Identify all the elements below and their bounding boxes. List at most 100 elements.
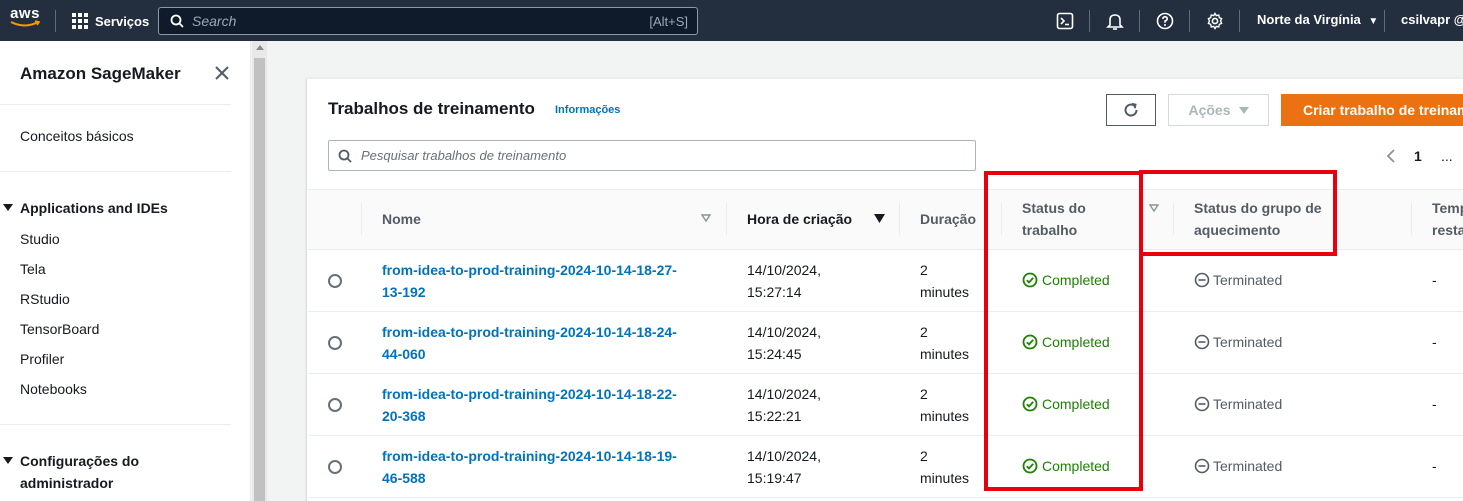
sidebar-item-rstudio[interactable]: RStudio	[20, 291, 70, 307]
training-job-link[interactable]: from-idea-to-prod-training-2024-10-14-18…	[382, 321, 712, 365]
training-jobs-search[interactable]	[328, 140, 976, 171]
search-shortcut-hint: [Alt+S]	[649, 13, 688, 29]
row-select-radio[interactable]	[328, 460, 342, 474]
column-divider	[726, 203, 727, 235]
nav-separator	[1189, 10, 1190, 32]
minus-circle-icon	[1194, 396, 1210, 412]
row-select-radio[interactable]	[328, 274, 342, 288]
time-left-cell: -	[1432, 396, 1437, 412]
caret-down-icon	[3, 457, 13, 464]
nav-separator	[1239, 10, 1240, 32]
actions-dropdown-button[interactable]: Ações	[1168, 94, 1269, 126]
row-select-radio[interactable]	[328, 398, 342, 412]
check-circle-icon	[1022, 458, 1038, 474]
sidebar-section-label: Applications and IDEs	[20, 200, 168, 216]
pagination-current-page[interactable]: 1	[1414, 148, 1422, 164]
sidebar-title: Amazon SageMaker	[20, 64, 181, 83]
column-divider	[1411, 203, 1412, 235]
caret-down-icon: ▼	[1368, 16, 1379, 27]
check-circle-icon	[1022, 334, 1038, 350]
check-circle-icon	[1022, 396, 1038, 412]
time-left-cell: -	[1432, 272, 1437, 288]
training-job-link[interactable]: from-idea-to-prod-training-2024-10-14-18…	[382, 383, 712, 427]
nav-separator	[55, 10, 56, 32]
aws-logo-text: aws	[10, 5, 40, 22]
sidebar-section-applications[interactable]: Applications and IDEs	[3, 197, 168, 219]
account-menu[interactable]: csilvapr @ 5	[1401, 12, 1463, 27]
creation-time-cell: 14/10/2024, 15:24:45	[747, 324, 821, 362]
training-job-link[interactable]: from-idea-to-prod-training-2024-10-14-18…	[382, 445, 712, 489]
warm-pool-status-badge: Terminated	[1194, 272, 1282, 288]
caret-down-icon	[3, 204, 13, 211]
nav-separator	[1089, 10, 1090, 32]
warm-pool-status-badge: Terminated	[1194, 458, 1282, 474]
create-training-job-button[interactable]: Criar trabalho de treinamento	[1281, 94, 1463, 126]
services-label: Serviços	[95, 13, 150, 29]
services-menu-button[interactable]: Serviços	[72, 10, 149, 32]
duration-cell: 2 minutes	[920, 262, 970, 300]
sidebar-section-label: Configurações do	[20, 453, 140, 469]
close-icon[interactable]	[213, 64, 231, 82]
row-select-radio[interactable]	[328, 336, 342, 350]
time-left-cell: -	[1432, 458, 1437, 474]
sort-indicator-icon[interactable]	[701, 214, 711, 222]
column-header-warm-pool-status[interactable]: Status do grupo de aquecimento	[1194, 197, 1322, 241]
sort-descending-icon[interactable]	[874, 214, 885, 223]
job-status-badge: Completed	[1022, 334, 1110, 350]
help-icon[interactable]	[1155, 11, 1175, 31]
services-grid-icon	[72, 13, 88, 29]
region-selector[interactable]: Norte da Virgínia ▼	[1257, 12, 1378, 27]
global-search-input[interactable]: Search [Alt+S]	[158, 7, 698, 35]
duration-cell: 2 minutes	[920, 324, 970, 362]
minus-circle-icon	[1194, 458, 1210, 474]
column-header-duration[interactable]: Duração	[920, 208, 976, 230]
sidebar-divider	[0, 424, 231, 425]
sidebar-item-tensorboard[interactable]: TensorBoard	[20, 321, 99, 337]
region-label: Norte da Virgínia	[1257, 12, 1361, 27]
notifications-bell-icon[interactable]	[1105, 11, 1125, 31]
job-status-badge: Completed	[1022, 396, 1110, 412]
chevron-left-icon[interactable]	[1385, 148, 1397, 164]
sidebar-item-getting-started[interactable]: Conceitos básicos	[20, 128, 134, 144]
sidebar-section-admin-config[interactable]: Configurações do administrador	[3, 450, 139, 494]
refresh-icon	[1124, 102, 1138, 117]
global-search-placeholder: Search	[192, 13, 237, 29]
sidebar-item-notebooks[interactable]: Notebooks	[20, 381, 87, 397]
column-header-job-status[interactable]: Status do trabalho	[1022, 197, 1086, 241]
creation-time-cell: 14/10/2024, 15:22:21	[747, 386, 821, 424]
sidebar-section-label: administrador	[20, 475, 114, 491]
sidebar-item-canvas[interactable]: Tela	[20, 261, 46, 277]
warm-pool-status-badge: Terminated	[1194, 396, 1282, 412]
search-icon	[170, 14, 184, 28]
sort-indicator-icon[interactable]	[1149, 204, 1159, 212]
actions-label: Ações	[1188, 102, 1231, 118]
minus-circle-icon	[1194, 334, 1210, 350]
column-header-time-left[interactable]: Temp resta	[1432, 197, 1463, 241]
search-icon	[338, 149, 352, 163]
scrollbar-thumb[interactable]	[254, 58, 265, 501]
info-link[interactable]: Informações	[555, 104, 620, 116]
column-divider	[1001, 203, 1002, 235]
training-jobs-search-input[interactable]	[361, 148, 941, 163]
time-left-cell: -	[1432, 334, 1437, 350]
training-job-link[interactable]: from-idea-to-prod-training-2024-10-14-18…	[382, 259, 712, 303]
caret-down-icon	[1238, 106, 1249, 114]
column-header-name[interactable]: Nome	[382, 208, 421, 230]
page-title: Trabalhos de treinamento	[328, 99, 535, 118]
duration-cell: 2 minutes	[920, 448, 970, 486]
sidebar-item-studio[interactable]: Studio	[20, 231, 60, 247]
job-status-badge: Completed	[1022, 458, 1110, 474]
cloudshell-icon[interactable]	[1055, 11, 1075, 31]
column-divider	[361, 203, 362, 235]
top-navigation: aws Serviços Search [Alt+S] Norte da Vir…	[0, 0, 1463, 41]
column-header-creation-time[interactable]: Hora de criação	[747, 208, 852, 230]
settings-gear-icon[interactable]	[1205, 11, 1225, 31]
job-status-badge: Completed	[1022, 272, 1110, 288]
duration-cell: 2 minutes	[920, 386, 970, 424]
aws-logo[interactable]: aws	[7, 6, 43, 34]
column-divider	[1173, 203, 1174, 235]
nav-separator	[1139, 10, 1140, 32]
sidebar-item-profiler[interactable]: Profiler	[20, 351, 64, 367]
scroll-up-arrow-icon[interactable]	[256, 45, 264, 50]
refresh-button[interactable]	[1106, 94, 1156, 126]
